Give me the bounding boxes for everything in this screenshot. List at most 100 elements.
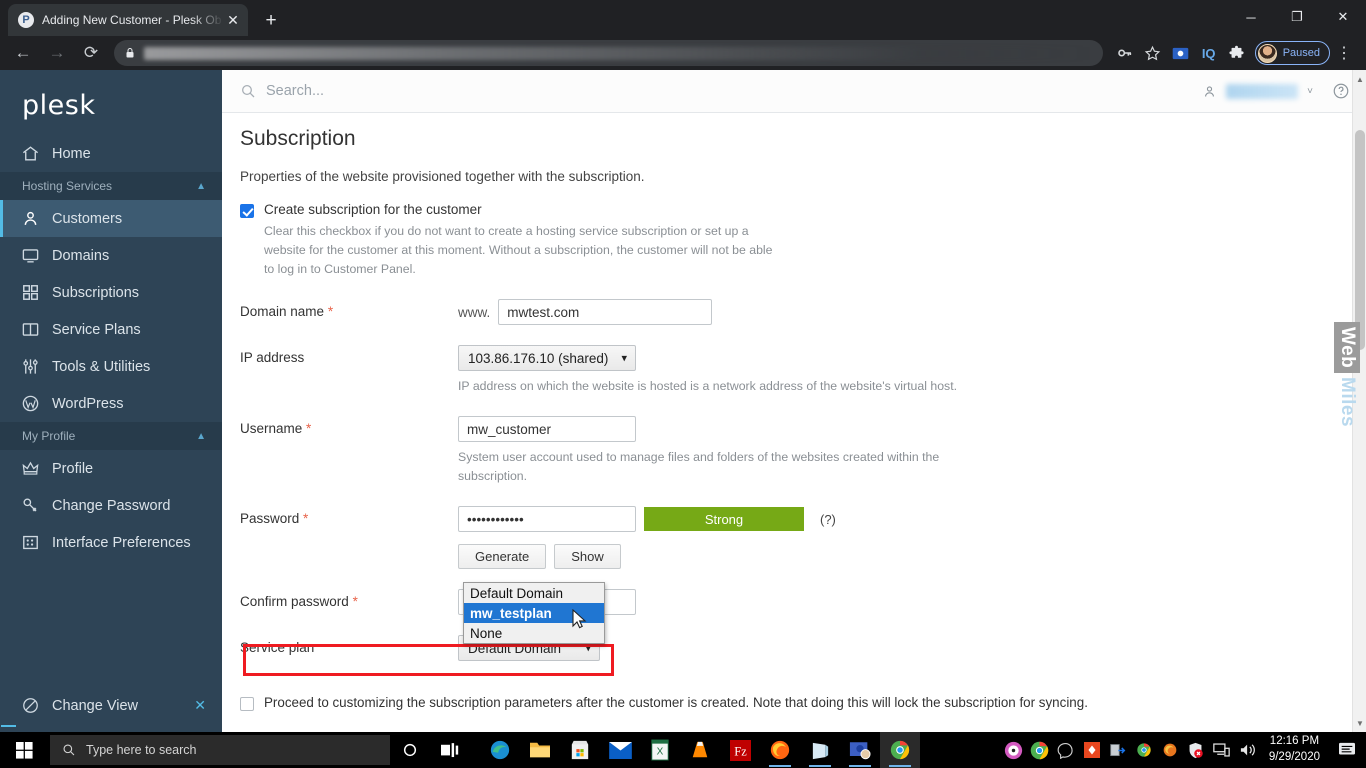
help-circle-icon[interactable] [1332,82,1350,100]
generate-password-button[interactable]: Generate [458,544,547,570]
close-window-button[interactable]: ✕ [1320,0,1366,34]
dropdown-option-default-domain[interactable]: Default Domain [464,583,604,603]
search-icon [63,744,75,756]
confirm-password-row: Confirm password * [240,589,1348,616]
scroll-up-arrow-icon[interactable]: ▲ [1353,72,1366,86]
windows-start-icon [15,741,33,759]
sidebar-item-home[interactable]: Home [0,135,222,172]
chevron-up-icon[interactable]: ▲ [196,181,206,192]
sidebar-item-customers[interactable]: Customers [0,200,222,237]
taskbar-app-microsoft-store-icon[interactable] [560,732,600,768]
screen: P Adding New Customer - Plesk Ob ✕ + ─ ❐… [0,0,1366,768]
clock-time: 12:16 PM [1269,735,1320,748]
sidebar-item-label: Domains [52,247,110,264]
new-tab-button[interactable]: + [258,8,284,34]
sidebar-section-my-profile[interactable]: My Profile ▲ [0,422,222,450]
back-icon[interactable]: ← [8,39,38,67]
sidebar-item-change-view[interactable]: Change View [0,687,194,724]
sidebar-item-service-plans[interactable]: Service Plans [0,311,222,348]
taskbar-app-mail-icon[interactable] [600,732,640,768]
reload-icon[interactable]: ⟳ [76,39,106,67]
sidebar-item-wordpress[interactable]: WordPress [0,385,222,422]
ip-address-hint: IP address on which the website is hoste… [458,379,958,394]
taskbar-app-edge-icon[interactable] [480,732,520,768]
password-control: Strong (?) [458,506,836,533]
form-intro: Properties of the website provisioned to… [240,169,645,184]
puzzle-extension-icon[interactable] [1223,39,1251,67]
create-subscription-checkbox[interactable] [240,204,254,218]
taskbar-search-box[interactable]: Type here to search [50,735,390,765]
topbar-right: ˅ [1202,82,1350,100]
cortana-button[interactable] [390,732,430,768]
sidebar-item-label: Change View [52,697,138,714]
tray-ant-icon[interactable] [1079,732,1105,768]
start-button[interactable] [0,732,48,768]
tray-firefox-small-icon[interactable] [1157,732,1183,768]
taskbar-app-firefox-icon[interactable] [760,732,800,768]
sidebar-item-tools-utilities[interactable]: Tools & Utilities [0,348,222,385]
scroll-down-arrow-icon[interactable]: ▼ [1353,716,1366,730]
scrollbar-thumb[interactable] [1355,130,1365,350]
profile-status-pill[interactable]: Paused [1254,41,1330,65]
tray-chrome-icon[interactable] [1027,732,1053,768]
domain-name-input[interactable] [498,299,713,326]
grid-icon [23,285,38,300]
username-redacted[interactable] [1226,83,1299,99]
windows-taskbar: Type here to search X Fz 12:16 PM 9/29/2… [0,732,1366,768]
address-bar[interactable] [114,40,1103,66]
tray-network-icon[interactable] [1209,732,1235,768]
tray-defender-icon[interactable] [1183,732,1209,768]
browser-menu-icon[interactable]: ⋮ [1330,39,1358,67]
password-input[interactable] [458,506,636,533]
bookmark-star-icon[interactable] [1139,39,1167,67]
minimize-button[interactable]: ─ [1228,0,1274,34]
iq-extension-icon[interactable]: IQ [1195,39,1223,67]
taskbar-app-teams-icon[interactable] [840,732,880,768]
tray-messenger-icon[interactable] [1053,732,1079,768]
proceed-customizing-checkbox[interactable] [240,697,254,712]
taskbar-apps: X Fz [480,732,920,768]
maximize-button[interactable]: ❐ [1274,0,1320,34]
tray-itunes-icon[interactable] [1001,732,1027,768]
close-icon[interactable]: ✕ [194,697,206,714]
action-center-button[interactable] [1330,732,1364,768]
screenshot-icon[interactable] [1167,39,1195,67]
sidebar-item-domains[interactable]: Domains [0,237,222,274]
tray-backup-icon[interactable] [1105,732,1131,768]
sidebar-item-label: Service Plans [52,321,141,338]
tray-volume-icon[interactable] [1235,732,1261,768]
sidebar-section-hosting-services[interactable]: Hosting Services ▲ [0,172,222,200]
chevron-down-icon[interactable]: ˅ [1307,86,1313,97]
sidebar-item-change-password[interactable]: Change Password [0,487,222,524]
show-password-button[interactable]: Show [554,544,621,570]
forward-icon[interactable]: → [42,39,72,67]
password-key-icon[interactable] [1111,39,1139,67]
taskbar-app-chrome-icon[interactable] [880,732,920,768]
sidebar-item-label: WordPress [52,395,124,412]
task-view-button[interactable] [430,732,470,768]
sidebar-item-subscriptions[interactable]: Subscriptions [0,274,222,311]
plesk-logo[interactable]: plesk [0,70,222,727]
tab-close-icon[interactable]: ✕ [224,11,242,29]
sidebar-item-interface-preferences[interactable]: Interface Preferences [0,524,222,561]
browser-tab[interactable]: P Adding New Customer - Plesk Ob ✕ [8,4,248,36]
global-search[interactable]: Search... [240,83,1202,99]
password-label-text: Password [240,511,300,527]
action-center-icon [1339,742,1355,755]
taskbar-app-excel-icon[interactable]: X [640,732,680,768]
taskbar-app-vlc-icon[interactable] [680,732,720,768]
sidebar-item-label: Change Password [52,497,171,514]
tray-chrome-small-icon[interactable] [1131,732,1157,768]
taskbar-app-file-explorer-icon[interactable] [520,732,560,768]
chevron-up-icon[interactable]: ▲ [196,431,206,442]
mouse-cursor-icon [572,609,587,629]
username-input[interactable] [458,416,636,443]
password-help-marker[interactable]: (?) [820,512,836,527]
ip-address-select[interactable]: 103.86.176.10 (shared) [458,345,636,372]
taskbar-app-filezilla-icon[interactable]: Fz [720,732,760,768]
taskbar-app-onenote-icon[interactable] [800,732,840,768]
sidebar-item-profile[interactable]: Profile [0,450,222,487]
sidebar-item-label: Interface Preferences [52,534,191,551]
taskbar-clock[interactable]: 12:16 PM 9/29/2020 [1261,734,1330,765]
user-icon [1205,85,1215,97]
